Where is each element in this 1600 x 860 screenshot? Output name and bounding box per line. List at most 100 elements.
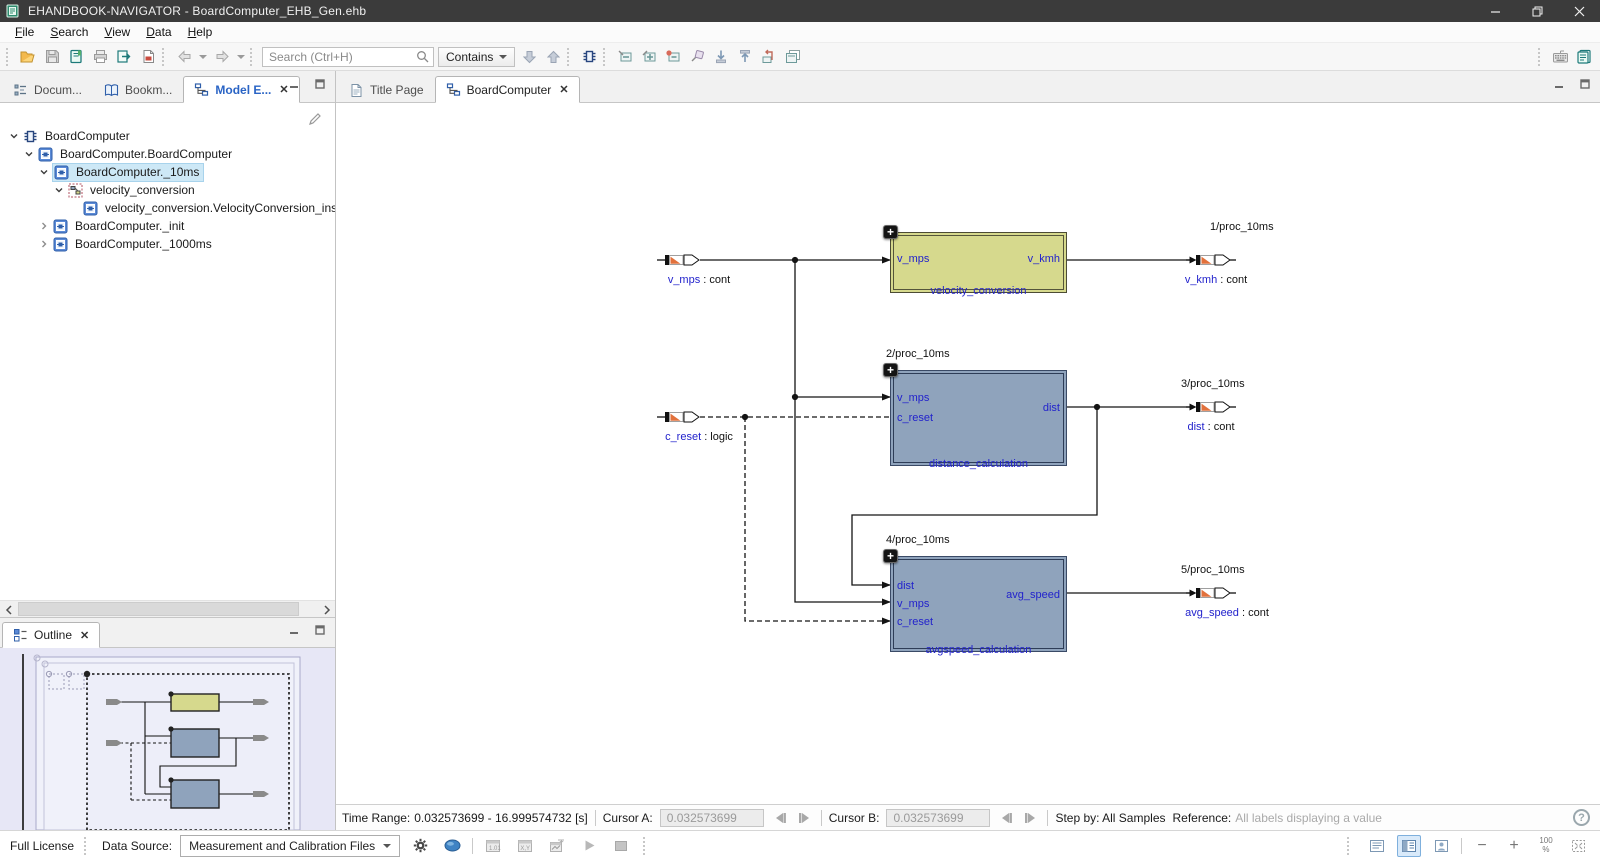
tree-item-boardcomputer-boardcomputer[interactable]: BoardComputer.BoardComputer — [0, 145, 335, 163]
search-input[interactable] — [269, 50, 416, 64]
measure-window-button[interactable]: 1.01 — [481, 835, 505, 857]
cursor-a-step-forward-button[interactable] — [796, 809, 814, 827]
go-to-parent-button[interactable] — [757, 45, 781, 69]
menu-view[interactable]: View — [97, 23, 137, 41]
split-view-button[interactable] — [1397, 835, 1421, 857]
maximize-panel-button[interactable] — [1576, 76, 1594, 92]
port-in-v_mps[interactable]: v_mps — [897, 598, 929, 610]
tree-horizontal-scrollbar[interactable] — [0, 600, 335, 617]
cursor-b-step-back-button[interactable] — [997, 809, 1015, 827]
fit-to-screen-button[interactable] — [1566, 835, 1590, 857]
navigate-back-menu-button[interactable] — [196, 45, 210, 69]
collapse-component-button[interactable] — [613, 45, 637, 69]
expand-block-button[interactable]: + — [883, 225, 898, 239]
tab-model-explorer[interactable]: Model E... ✕ — [183, 76, 299, 103]
cursor-b-input[interactable] — [886, 809, 990, 827]
input-connector-c_reset[interactable] — [657, 410, 701, 424]
export-pdf-button[interactable] — [136, 45, 160, 69]
close-window-button[interactable] — [1558, 0, 1600, 22]
single-page-view-button[interactable] — [1365, 835, 1389, 857]
sync-with-model-button[interactable] — [577, 45, 601, 69]
expander-expanded-icon[interactable] — [8, 131, 19, 142]
minimize-panel-button[interactable] — [285, 76, 303, 92]
close-tab-icon[interactable]: ✕ — [559, 83, 568, 96]
open-ebook-button[interactable] — [1572, 45, 1596, 69]
expand-block-button[interactable]: + — [883, 363, 898, 377]
tab-title-page[interactable]: Title Page — [338, 76, 435, 103]
tree-item-10ms[interactable]: BoardComputer._10ms — [0, 163, 335, 181]
menu-help[interactable]: Help — [181, 23, 220, 41]
tab-bookmarks[interactable]: Bookm... — [93, 76, 183, 103]
restore-window-button[interactable] — [1516, 0, 1558, 22]
navigate-out-button[interactable] — [733, 45, 757, 69]
open-handbook-button[interactable] — [64, 45, 88, 69]
keyboard-shortcuts-button[interactable] — [1548, 45, 1572, 69]
port-in-v_mps[interactable]: v_mps — [897, 392, 929, 404]
search-previous-button[interactable] — [541, 45, 565, 69]
data-source-dropdown[interactable]: Measurement and Calibration Files — [180, 835, 400, 857]
output-connector-avg_speed[interactable] — [1186, 586, 1236, 600]
cursor-b-step-forward-button[interactable] — [1022, 809, 1040, 827]
cursor-a-step-back-button[interactable] — [771, 809, 789, 827]
navigate-into-button[interactable] — [709, 45, 733, 69]
contains-filter-dropdown[interactable]: Contains — [438, 47, 515, 67]
reader-view-button[interactable] — [1429, 835, 1453, 857]
port-out-avg_speed[interactable]: avg_speed — [1006, 589, 1060, 601]
menu-search[interactable]: Search — [43, 23, 95, 41]
minimize-panel-button[interactable] — [1550, 76, 1568, 92]
outline-minimap[interactable] — [0, 648, 335, 830]
navigate-forward-menu-button[interactable] — [234, 45, 248, 69]
stop-visualization-button[interactable] — [609, 835, 633, 857]
tree-item-velocity-conversion[interactable]: velocity_conversion — [0, 181, 335, 199]
scroll-right-icon[interactable] — [318, 601, 335, 618]
help-button[interactable]: ? — [1573, 809, 1590, 826]
menu-file[interactable]: File — [8, 23, 41, 41]
tab-boardcomputer[interactable]: BoardComputer ✕ — [435, 76, 580, 103]
expand-component-button[interactable] — [637, 45, 661, 69]
data-source-status-button[interactable] — [440, 835, 464, 857]
expander-expanded-icon[interactable] — [23, 149, 34, 160]
navigate-forward-button[interactable] — [210, 45, 234, 69]
edit-pencil-icon[interactable] — [307, 111, 323, 127]
settings-button[interactable] — [408, 835, 432, 857]
open-file-button[interactable] — [16, 45, 40, 69]
close-tab-icon[interactable]: ✕ — [80, 629, 89, 642]
print-button[interactable] — [88, 45, 112, 69]
block-avgspeed-calculation[interactable]: dist v_mps c_reset avg_speed avgspeed_ca… — [890, 556, 1067, 652]
open-new-view-button[interactable] — [781, 45, 805, 69]
tab-documents[interactable]: Docum... — [2, 76, 93, 103]
block-velocity-conversion[interactable]: v_mps v_kmh velocity_conversion + — [890, 232, 1067, 293]
navigate-back-button[interactable] — [172, 45, 196, 69]
calibration-window-button[interactable]: X,Y — [513, 835, 537, 857]
minimize-panel-button[interactable] — [285, 622, 303, 638]
search-next-button[interactable] — [517, 45, 541, 69]
scroll-left-icon[interactable] — [0, 601, 17, 618]
expand-block-button[interactable]: + — [883, 549, 898, 563]
tree-item-boardcomputer[interactable]: BoardComputer — [0, 127, 335, 145]
collapse-all-button[interactable] — [661, 45, 685, 69]
save-button[interactable] — [40, 45, 64, 69]
expander-collapsed-icon[interactable] — [38, 239, 49, 250]
port-out-v_kmh[interactable]: v_kmh — [1028, 253, 1060, 265]
expander-expanded-icon[interactable] — [53, 185, 64, 196]
tree-item-init[interactable]: BoardComputer._init — [0, 217, 335, 235]
port-in-c_reset[interactable]: c_reset — [897, 616, 933, 628]
port-out-dist[interactable]: dist — [1043, 402, 1060, 414]
model-diagram-canvas[interactable]: v_mps v_kmh velocity_conversion + v_mps … — [336, 103, 1600, 804]
tree-item-1000ms[interactable]: BoardComputer._1000ms — [0, 235, 335, 253]
pin-view-button[interactable] — [685, 45, 709, 69]
zoom-level-button[interactable]: 100 % — [1534, 835, 1558, 857]
input-connector-v_mps[interactable] — [657, 253, 701, 267]
menu-data[interactable]: Data — [139, 23, 178, 41]
maximize-panel-button[interactable] — [311, 76, 329, 92]
zoom-in-button[interactable]: + — [1502, 835, 1526, 857]
scrollbar-thumb[interactable] — [18, 602, 299, 616]
block-distance-calculation[interactable]: v_mps c_reset dist distance_calculation … — [890, 370, 1067, 466]
cursor-a-input[interactable] — [660, 809, 764, 827]
port-in-v_mps[interactable]: v_mps — [897, 253, 929, 265]
start-visualization-button[interactable] — [577, 835, 601, 857]
port-in-dist[interactable]: dist — [897, 580, 914, 592]
minimize-window-button[interactable] — [1474, 0, 1516, 22]
maximize-panel-button[interactable] — [311, 622, 329, 638]
expander-collapsed-icon[interactable] — [38, 221, 49, 232]
